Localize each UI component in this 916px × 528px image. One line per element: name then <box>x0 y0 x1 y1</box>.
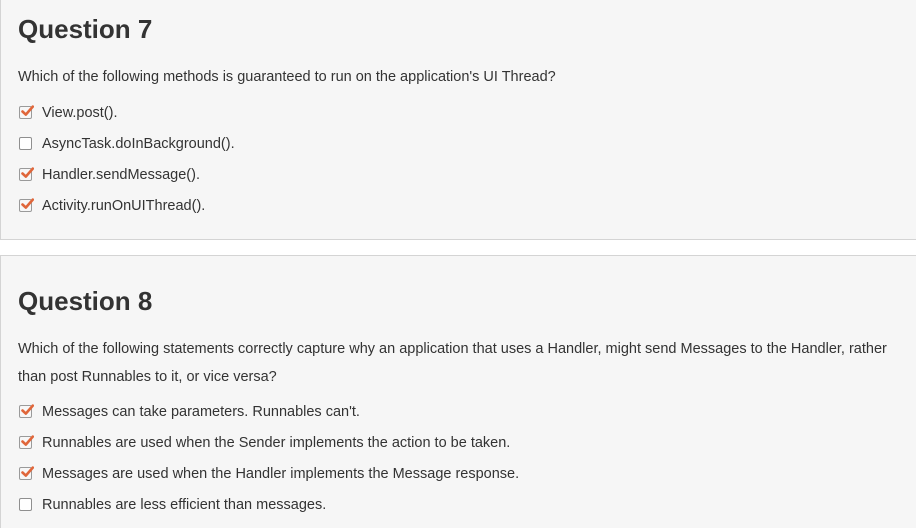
checkmark-icon <box>21 198 34 209</box>
answer-option-label: Messages are used when the Handler imple… <box>42 465 520 482</box>
answer-options: View.post(). AsyncTask.doInBackground().… <box>19 97 235 221</box>
question-card-7: Question 7 Which of the following method… <box>0 0 916 240</box>
checkbox[interactable] <box>19 498 32 511</box>
answer-option[interactable]: Messages are used when the Handler imple… <box>19 458 519 489</box>
checkbox[interactable] <box>19 198 34 212</box>
answer-option-label: Runnables are used when the Sender imple… <box>42 434 511 451</box>
checkmark-icon <box>21 435 34 446</box>
question-title: Question 7 <box>18 14 153 44</box>
checkmark-icon <box>21 466 34 477</box>
checkbox[interactable] <box>19 466 34 480</box>
checkmark-icon <box>21 167 34 178</box>
answer-options: Messages can take parameters. Runnables … <box>19 396 519 520</box>
answer-option[interactable]: Messages can take parameters. Runnables … <box>19 396 519 427</box>
question-text: Which of the following methods is guaran… <box>18 69 556 85</box>
checkbox[interactable] <box>19 167 34 181</box>
answer-option[interactable]: Handler.sendMessage(). <box>19 159 235 190</box>
question-text: Which of the following statements correc… <box>18 341 887 385</box>
checkmark-icon <box>21 404 34 415</box>
checkmark-icon <box>21 105 34 116</box>
answer-option[interactable]: Runnables are used when the Sender imple… <box>19 427 519 458</box>
checkbox[interactable] <box>19 105 34 119</box>
question-title: Question 8 <box>18 286 153 316</box>
checkbox[interactable] <box>19 404 34 418</box>
answer-option-label: AsyncTask.doInBackground(). <box>42 135 235 152</box>
answer-option-label: Activity.runOnUIThread(). <box>42 197 206 214</box>
answer-option-label: Handler.sendMessage(). <box>42 166 200 183</box>
quiz-page: Question 7 Which of the following method… <box>0 0 916 528</box>
answer-option-label: Messages can take parameters. Runnables … <box>42 403 360 420</box>
question-card-8: Question 8 Which of the following statem… <box>0 255 916 528</box>
answer-option[interactable]: Runnables are less efficient than messag… <box>19 489 519 520</box>
answer-option-label: View.post(). <box>42 104 118 121</box>
checkbox[interactable] <box>19 435 34 449</box>
answer-option[interactable]: AsyncTask.doInBackground(). <box>19 128 235 159</box>
answer-option[interactable]: Activity.runOnUIThread(). <box>19 190 235 221</box>
checkbox[interactable] <box>19 137 32 150</box>
answer-option-label: Runnables are less efficient than messag… <box>42 496 327 513</box>
answer-option[interactable]: View.post(). <box>19 97 235 128</box>
